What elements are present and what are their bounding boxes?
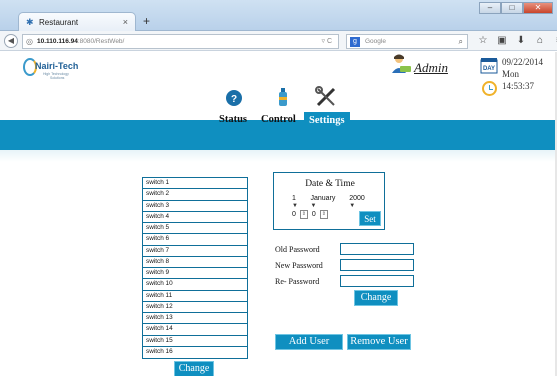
browser-navbar: ◀ ◎ 10.110.116.94:8080/RestWeb/ ▿ C g Go… <box>0 31 557 51</box>
library-icon[interactable]: ▣ <box>495 34 509 48</box>
logo-tagline-2: Solutions <box>50 76 65 80</box>
date-time-panel: Date & Time 1 ▼ January ▼ 2000 ▼ 0 ⇕ 0 ⇕… <box>273 172 385 230</box>
year-select[interactable]: 2000 ▼ <box>349 195 372 209</box>
switch-row[interactable]: switch 16 <box>143 346 247 358</box>
google-icon: g <box>350 37 360 47</box>
admin-name-link[interactable]: Admin <box>414 60 448 76</box>
browser-window: ✱ Restaurant × + – □ ✕ ◀ ◎ 10.110.116.94… <box>0 0 557 376</box>
site-identity-icon: ◎ <box>26 37 33 46</box>
chevron-down-icon: ▼ <box>349 203 356 209</box>
web-page: Nairi-Tech High Technology Solutions Adm… <box>0 52 555 376</box>
password-change-button[interactable]: Change <box>354 290 398 306</box>
date-selectors: 1 ▼ January ▼ 2000 ▼ <box>292 195 372 209</box>
switch-row[interactable]: switch 12 <box>143 301 247 313</box>
switch-row[interactable]: switch 5 <box>143 223 247 235</box>
hour-value[interactable]: 0 <box>292 211 296 218</box>
switch-row[interactable]: switch 6 <box>143 234 247 246</box>
window-controls: – □ ✕ <box>479 2 553 14</box>
month-select[interactable]: January ▼ <box>310 195 342 209</box>
address-bar[interactable]: ◎ 10.110.116.94:8080/RestWeb/ ▿ C <box>22 34 339 49</box>
hour-spinner[interactable]: ⇕ <box>299 210 308 219</box>
old-password-field[interactable] <box>340 243 414 255</box>
nairi-tech-logo: Nairi-Tech High Technology Solutions <box>23 58 83 92</box>
switch-row[interactable]: switch 4 <box>143 211 247 223</box>
new-password-label: New Password <box>275 261 323 270</box>
close-tab-icon[interactable]: × <box>123 17 128 27</box>
tab-settings[interactable]: Settings <box>304 112 350 129</box>
tab-title: Restaurant <box>39 18 79 27</box>
switch-row[interactable]: switch 8 <box>143 256 247 268</box>
chevron-down-icon: ▼ <box>292 203 298 209</box>
bottle-icon[interactable] <box>272 86 294 108</box>
switch-row[interactable]: switch 15 <box>143 335 247 347</box>
switch-row[interactable]: switch 9 <box>143 268 247 280</box>
admin-user[interactable]: Admin <box>390 54 480 80</box>
maximize-button[interactable]: □ <box>501 2 523 14</box>
switch-row[interactable]: switch 13 <box>143 313 247 325</box>
tab-status[interactable]: Status <box>219 114 247 125</box>
logo-name: Nairi-Tech <box>35 61 79 71</box>
day-select[interactable]: 1 ▼ <box>292 195 303 209</box>
year-value: 2000 <box>349 195 365 202</box>
date-time-title: Date & Time <box>305 179 355 189</box>
toolbar-icons: ☆ ▣ ⬇ ⌂ ≡ <box>476 34 557 48</box>
browser-tab[interactable]: ✱ Restaurant × <box>18 12 136 31</box>
chevron-down-icon: ▼ <box>310 203 317 209</box>
switch-row[interactable]: switch 7 <box>143 245 247 257</box>
header-shadow <box>0 150 555 162</box>
month-value: January <box>310 195 336 202</box>
switch-row[interactable]: switch 14 <box>143 324 247 336</box>
close-window-button[interactable]: ✕ <box>523 2 553 14</box>
main-menu: ? Status Control Settings <box>215 86 350 132</box>
restaurant-favicon-icon: ✱ <box>26 17 34 27</box>
search-bar[interactable]: g Google ⌕ <box>346 34 468 49</box>
minute-spinner[interactable]: ⇕ <box>319 210 328 219</box>
search-icon[interactable]: ⌕ <box>459 35 463 48</box>
svg-text:?: ? <box>231 94 237 105</box>
current-time: 14:53:37 <box>502 81 535 91</box>
switch-row[interactable]: switch 10 <box>143 279 247 291</box>
time-selectors: 0 ⇕ 0 ⇕ <box>292 210 328 219</box>
url-host: 10.110.116.94 <box>37 38 78 45</box>
current-date: 09/22/2014 <box>502 57 544 67</box>
day-value: 1 <box>292 195 296 202</box>
date-time-display: DAY 09/22/2014 Mon 14:53:37 <box>480 54 555 104</box>
clock-icon <box>482 81 497 96</box>
set-button[interactable]: Set <box>359 211 381 226</box>
switch-row[interactable]: switch 1 <box>143 178 247 190</box>
home-icon[interactable]: ⌂ <box>533 34 547 48</box>
download-icon[interactable]: ⬇ <box>514 34 528 48</box>
switch-change-button[interactable]: Change <box>174 361 214 376</box>
old-password-label: Old Password <box>275 245 320 254</box>
minimize-button[interactable]: – <box>479 2 501 14</box>
switch-row[interactable]: switch 3 <box>143 200 247 212</box>
bookmark-star-icon[interactable]: ☆ <box>476 34 490 48</box>
switch-list: switch 1 switch 2 switch 3 switch 4 swit… <box>142 177 248 359</box>
new-tab-button[interactable]: + <box>143 14 150 28</box>
browser-titlebar: ✱ Restaurant × + – □ ✕ <box>0 0 557 31</box>
back-arrow-icon[interactable]: ◀ <box>4 34 18 48</box>
re-password-field[interactable] <box>340 275 414 287</box>
new-password-field[interactable] <box>340 259 414 271</box>
switch-row[interactable]: switch 2 <box>143 189 247 201</box>
minute-value[interactable]: 0 <box>312 211 316 218</box>
menu-icon[interactable]: ≡ <box>552 34 557 48</box>
current-day: Mon <box>502 69 520 79</box>
reload-icon[interactable]: ▿ C <box>321 35 332 48</box>
url-path: :8080/RestWeb/ <box>77 38 125 45</box>
add-user-button[interactable]: Add User <box>275 334 343 350</box>
help-icon[interactable]: ? <box>223 86 245 108</box>
re-password-label: Re- Password <box>275 277 320 286</box>
remove-user-button[interactable]: Remove User <box>347 334 411 350</box>
admin-avatar-icon <box>392 54 411 73</box>
tab-control[interactable]: Control <box>261 114 296 125</box>
svg-text:DAY: DAY <box>483 66 495 72</box>
tools-icon[interactable] <box>315 86 337 108</box>
search-placeholder: Google <box>365 38 386 45</box>
switch-row[interactable]: switch 11 <box>143 290 247 302</box>
calendar-day-icon: DAY <box>480 58 498 74</box>
